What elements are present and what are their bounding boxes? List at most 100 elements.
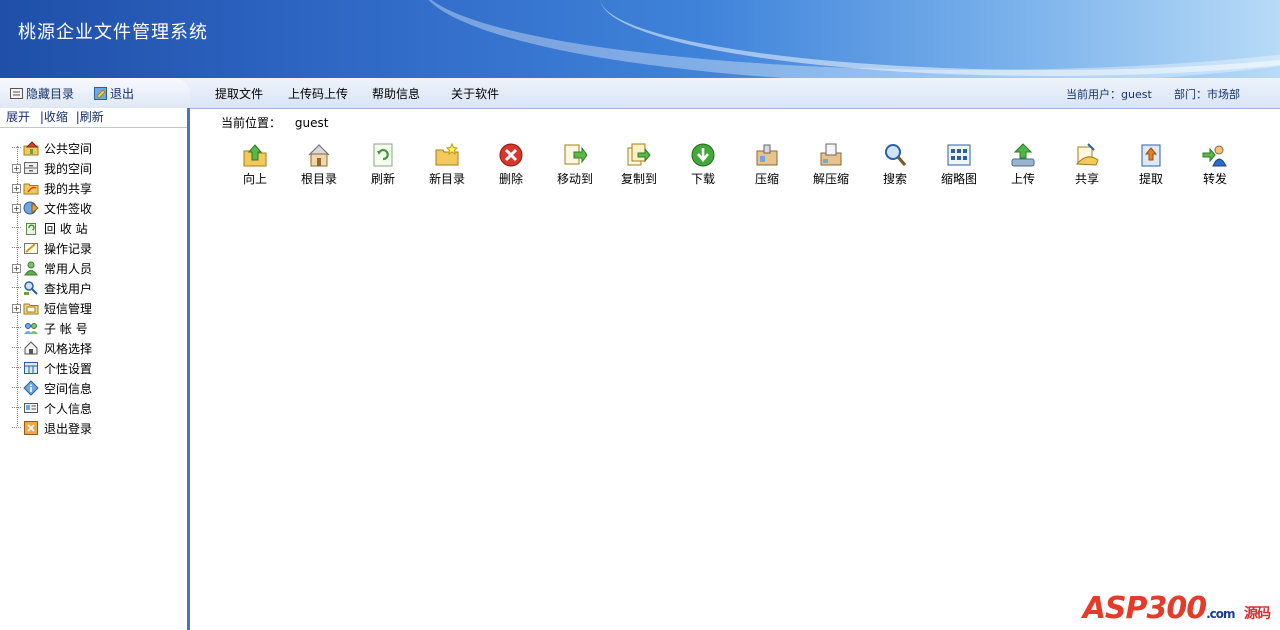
toolbar-button-label: 下载 bbox=[690, 172, 715, 186]
toolbar-button-label: 压缩 bbox=[754, 172, 779, 186]
sidebar-item-label[interactable]: 常用人员 bbox=[44, 260, 92, 277]
menu-extract-file[interactable]: 提取文件 bbox=[215, 85, 263, 102]
file-toolbar: 向上 根目录 刷新 新目录 删除 移动到 复制到 下载 压缩 解压缩 搜索 缩略图 上传 共享 提取 转发 bbox=[223, 142, 1247, 187]
toolbar-button[interactable]: 新目录 bbox=[415, 142, 479, 187]
sidebar-item-label[interactable]: 查找用户 bbox=[44, 280, 92, 297]
toolbar-button[interactable]: 缩略图 bbox=[927, 142, 991, 187]
expand-all-link[interactable]: 展开 bbox=[6, 110, 30, 124]
up-folder-icon bbox=[243, 144, 267, 167]
toolbar-button-label: 根目录 bbox=[300, 172, 337, 186]
sidebar-item[interactable]: + 文件签收 bbox=[12, 198, 92, 218]
app-title: 桃源企业文件管理系统 bbox=[18, 22, 208, 43]
toolbar-button[interactable]: 压缩 bbox=[735, 142, 799, 187]
expand-toggle-icon[interactable]: + bbox=[12, 303, 21, 313]
collapse-all-link[interactable]: |收缩 bbox=[40, 110, 68, 124]
toolbar-button[interactable]: 共享 bbox=[1055, 142, 1119, 187]
tree-connector bbox=[12, 407, 21, 409]
location-label: 当前位置： bbox=[221, 116, 282, 130]
toolbar-button-label: 移动到 bbox=[556, 172, 593, 186]
tree-connector bbox=[12, 247, 21, 249]
toolbar-button-label: 转发 bbox=[1202, 172, 1227, 186]
toolbar-button[interactable]: 搜索 bbox=[863, 142, 927, 187]
refresh-tree-link[interactable]: |刷新 bbox=[76, 110, 104, 124]
sidebar-item[interactable]: 退出登录 bbox=[12, 418, 92, 438]
toolbar-button[interactable]: 向上 bbox=[223, 142, 287, 187]
tree-connector bbox=[12, 367, 21, 369]
sidebar-item[interactable]: 公共空间 bbox=[12, 138, 92, 158]
copy-icon bbox=[627, 143, 651, 166]
toolbar-button[interactable]: 删除 bbox=[479, 142, 543, 187]
person-icon bbox=[24, 261, 38, 276]
move-icon bbox=[564, 144, 588, 165]
message-folder-icon bbox=[23, 303, 39, 315]
sidebar-item[interactable]: 查找用户 bbox=[12, 278, 92, 298]
main-content: 当前位置： guest 向上 根目录 刷新 新目录 删除 移动到 复制到 下载 压缩 解压缩 搜索 缩… bbox=[193, 108, 1280, 630]
sidebar-item-label[interactable]: 文件签收 bbox=[44, 200, 92, 217]
folder-tree: 公共空间 + 我的空间 + 我的共享 + 文件签收回 收 站操作记录 + 常用人员查找用户 + 短信… bbox=[12, 138, 92, 438]
sidebar-item[interactable]: 个人信息 bbox=[12, 398, 92, 418]
download-icon bbox=[691, 143, 715, 167]
root-home-icon bbox=[308, 144, 330, 167]
toolbar-button[interactable]: 复制到 bbox=[607, 142, 671, 187]
share-folder-icon bbox=[23, 183, 39, 195]
expand-toggle-icon[interactable]: + bbox=[12, 183, 21, 193]
refresh-icon bbox=[373, 143, 393, 167]
menu-about[interactable]: 关于软件 bbox=[451, 85, 499, 102]
toolbar-button-label: 解压缩 bbox=[812, 172, 849, 186]
header-banner: 桃源企业文件管理系统 bbox=[0, 0, 1280, 78]
toolbar-button[interactable]: 移动到 bbox=[543, 142, 607, 187]
sidebar-item-label[interactable]: 短信管理 bbox=[44, 300, 92, 317]
upload-icon bbox=[1011, 143, 1035, 167]
sidebar-item[interactable]: + 常用人员 bbox=[12, 258, 92, 278]
sidebar-item[interactable]: 操作记录 bbox=[12, 238, 92, 258]
new-folder-icon bbox=[435, 142, 459, 166]
sidebar-item-label[interactable]: 我的空间 bbox=[44, 160, 92, 177]
watermark-logo: ASP300.com 源码 bbox=[1083, 591, 1271, 626]
sidebar-item-label[interactable]: 我的共享 bbox=[44, 180, 92, 197]
expand-toggle-icon[interactable]: + bbox=[12, 203, 21, 213]
exit-label: 退出 bbox=[110, 87, 135, 101]
divider bbox=[0, 127, 187, 128]
sidebar-item[interactable]: 风格选择 bbox=[12, 338, 92, 358]
toolbar-button[interactable]: 下载 bbox=[671, 142, 735, 187]
sidebar: 展开 |收缩 |刷新 公共空间 + 我的空间 + 我的共享 + 文件签收回 收 站操作记录 +… bbox=[0, 108, 190, 630]
decompress-icon bbox=[820, 143, 842, 166]
menu-upload-code[interactable]: 上传码上传 bbox=[288, 85, 348, 102]
sidebar-item[interactable]: + 短信管理 bbox=[12, 298, 92, 318]
expand-toggle-icon[interactable]: + bbox=[12, 263, 21, 273]
share-icon bbox=[1075, 143, 1099, 166]
sidebar-item[interactable]: 子 帐 号 bbox=[12, 318, 92, 338]
toolbar-button-label: 复制到 bbox=[620, 172, 657, 186]
toolbar-button[interactable]: 转发 bbox=[1183, 142, 1247, 187]
toolbar-button-label: 删除 bbox=[498, 172, 523, 186]
sidebar-item[interactable]: 个性设置 bbox=[12, 358, 92, 378]
toolbar-button[interactable]: 根目录 bbox=[287, 142, 351, 187]
sidebar-item-label[interactable]: 退出登录 bbox=[44, 420, 92, 437]
exit-button[interactable]: 退出 bbox=[94, 85, 134, 102]
sidebar-item-label[interactable]: 公共空间 bbox=[44, 140, 92, 157]
toolbar-button[interactable]: 上传 bbox=[991, 142, 1055, 187]
search-icon bbox=[885, 144, 907, 167]
toolbar-button[interactable]: 提取 bbox=[1119, 142, 1183, 187]
menu-help[interactable]: 帮助信息 bbox=[372, 85, 420, 102]
sidebar-item-label[interactable]: 空间信息 bbox=[44, 380, 92, 397]
sidebar-item-label[interactable]: 个性设置 bbox=[44, 360, 92, 377]
sidebar-item-label[interactable]: 个人信息 bbox=[44, 400, 92, 417]
toolbar-button-label: 上传 bbox=[1010, 172, 1035, 186]
toolbar-button[interactable]: 解压缩 bbox=[799, 142, 863, 187]
hide-directory-button[interactable]: 隐藏目录 bbox=[10, 85, 74, 102]
sidebar-item-label[interactable]: 操作记录 bbox=[44, 240, 92, 257]
toolbar-button-label: 缩略图 bbox=[940, 172, 977, 186]
sidebar-item[interactable]: 回 收 站 bbox=[12, 218, 92, 238]
sidebar-item[interactable]: + 我的共享 bbox=[12, 178, 92, 198]
sidebar-item-label[interactable]: 子 帐 号 bbox=[44, 320, 88, 337]
sidebar-item[interactable]: 空间信息 bbox=[12, 378, 92, 398]
sidebar-item[interactable]: + 我的空间 bbox=[12, 158, 92, 178]
expand-toggle-icon[interactable]: + bbox=[12, 163, 21, 173]
thumbnail-icon bbox=[947, 144, 971, 166]
nav-strip: 隐藏目录 退出 提取文件 上传码上传 帮助信息 关于软件 当前用户：guest … bbox=[0, 78, 1280, 109]
sidebar-item-label[interactable]: 风格选择 bbox=[44, 340, 92, 357]
sidebar-item-label[interactable]: 回 收 站 bbox=[44, 220, 88, 237]
toolbar-button[interactable]: 刷新 bbox=[351, 142, 415, 187]
find-user-icon bbox=[24, 281, 38, 295]
